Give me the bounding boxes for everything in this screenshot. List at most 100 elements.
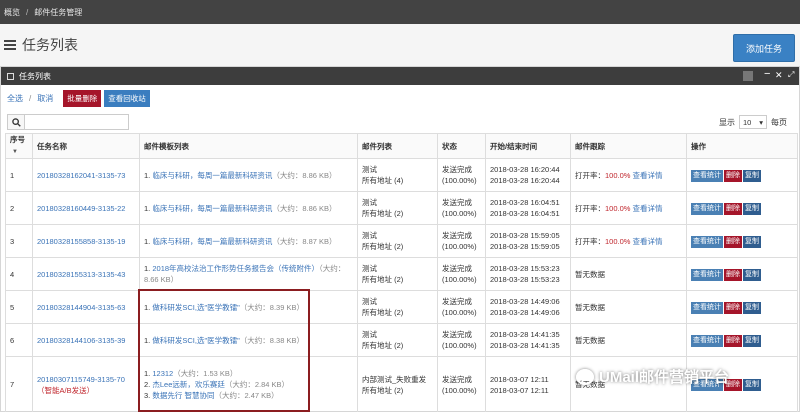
cell-actions: 查看统计 删除 复制	[686, 323, 798, 357]
col-index[interactable]: 序号▼	[5, 133, 33, 159]
close-icon[interactable]: ✕	[775, 70, 783, 80]
template-link[interactable]: 临床与科研，每周一篇最新科研资讯	[152, 237, 272, 246]
view-details-link[interactable]: 查看详情	[633, 237, 663, 246]
template-link[interactable]: 做科研发SCI,选"医学教镭"	[152, 336, 239, 345]
delete-button[interactable]: 删除	[724, 334, 742, 347]
panel-header: 任务列表 − ✕ ⤢	[1, 67, 799, 85]
view-stats-button[interactable]: 查看统计	[691, 301, 723, 314]
breadcrumb-current: 邮件任务管理	[34, 7, 83, 17]
cell-actions: 查看统计 删除 复制	[686, 191, 798, 225]
delete-button[interactable]: 删除	[724, 301, 742, 314]
cell-actions: 查看统计 删除 复制	[686, 290, 798, 324]
open-rate: 100.0%	[605, 236, 631, 246]
search-button[interactable]	[7, 114, 25, 130]
template-link[interactable]: 数据先行 智慧协同	[152, 391, 214, 400]
view-details-link[interactable]: 查看详情	[633, 171, 663, 180]
cell-task-name: 20180328160449-3135-22	[32, 191, 140, 225]
template-link[interactable]: 12312	[152, 369, 173, 378]
view-stats-button[interactable]: 查看统计	[691, 202, 723, 215]
cell-index: 2	[5, 191, 33, 225]
view-stats-button[interactable]: 查看统计	[691, 268, 723, 281]
select-all-link[interactable]: 全选	[7, 93, 23, 104]
task-name-link[interactable]: 20180328144106-3135-39	[37, 336, 125, 345]
per-page-label: 每页	[771, 117, 787, 127]
cell-index: 4	[5, 257, 33, 291]
expand-icon[interactable]: ⤢	[788, 70, 794, 80]
task-name-link[interactable]: 20180328155313-3135-43	[37, 270, 125, 279]
delete-button[interactable]: 删除	[724, 235, 742, 248]
page-size-control: 显示 10 ▾ 每页	[719, 115, 787, 129]
col-task-name[interactable]: 任务名称	[32, 133, 140, 159]
table-row: 5 20180328144904-3135-63 1. 做科研发SCI,选"医学教镭…	[5, 290, 798, 324]
page-size-select[interactable]: 10 ▾	[739, 115, 767, 129]
sort-down-icon: ▼	[12, 149, 18, 155]
copy-button[interactable]: 复制	[743, 268, 761, 281]
table-row: 3 20180328155858-3135-19 1. 临床与科研，每周一篇最新科研…	[5, 224, 798, 258]
copy-button[interactable]: 复制	[743, 202, 761, 215]
template-link[interactable]: 临床与科研，每周一篇最新科研资讯	[152, 204, 272, 213]
delete-button[interactable]: 删除	[724, 169, 742, 182]
template-link[interactable]: 杰Lee远新，欢乐赛廷	[152, 380, 225, 389]
recycle-bin-button[interactable]: 查看回收站	[104, 89, 150, 107]
table-row: 4 20180328155313-3135-43 1. 2018年高校法治工作形势任…	[5, 257, 798, 291]
view-stats-button[interactable]: 查看统计	[691, 235, 723, 248]
cell-status: 发送完成 (100.00%)	[437, 224, 486, 258]
template-link[interactable]: 2018年高校法治工作形势任务报告会（传统附件）	[152, 264, 319, 273]
page-header: 任务列表 添加任务	[0, 24, 800, 68]
cancel-selection-link[interactable]: 取消	[37, 93, 53, 104]
copy-button[interactable]: 复制	[743, 169, 761, 182]
task-name-link[interactable]: 20180328155858-3135-19	[37, 237, 125, 246]
view-stats-button[interactable]: 查看统计	[691, 169, 723, 182]
delete-button[interactable]: 删除	[724, 268, 742, 281]
search-input[interactable]	[25, 114, 129, 130]
search-icon	[11, 117, 21, 127]
list-toolbar: 全选 / 取消 批量删除 查看回收站	[1, 85, 799, 111]
breadcrumb-separator: /	[26, 7, 29, 17]
task-name-link[interactable]: 20180328162041-3135-73	[37, 171, 125, 180]
page-size-value: 10	[743, 117, 752, 127]
cell-actions: 查看统计 删除 复制	[686, 224, 798, 258]
cell-tracking: 暂无数据	[570, 323, 687, 357]
cell-mail-list: 测试 所有地址 (2)	[357, 257, 438, 291]
template-link[interactable]: 做科研发SCI,选"医学教镭"	[152, 303, 239, 312]
watermark-text: UMail邮件营销平台	[599, 369, 730, 386]
task-name-link[interactable]: 20180307115749-3135-70	[37, 375, 125, 384]
template-item: 1. 临床与科研，每周一篇最新科研资讯（大约：8.87 KB）	[144, 236, 337, 246]
cell-time: 2018-03-28 14:49:06 2018-03-28 14:49:06	[485, 290, 571, 324]
template-item: 1. 临床与科研，每周一篇最新科研资讯（大约：8.86 KB）	[144, 203, 337, 213]
template-link[interactable]: 临床与科研，每周一篇最新科研资讯	[152, 171, 272, 180]
ab-tag: （智能A/B发送）	[37, 385, 95, 395]
page-title: 任务列表	[4, 35, 78, 55]
cell-mail-list: 测试 所有地址 (2)	[357, 323, 438, 357]
task-name-link[interactable]: 20180328160449-3135-22	[37, 204, 125, 213]
cell-time: 2018-03-28 16:20:44 2018-03-28 16:20:44	[485, 158, 571, 192]
copy-button[interactable]: 复制	[743, 334, 761, 347]
breadcrumb-home[interactable]: 概览	[4, 7, 20, 18]
color-square-icon[interactable]	[743, 71, 753, 81]
view-stats-button[interactable]: 查看统计	[691, 334, 723, 347]
cell-tracking: 打开率：100.0% 查看详情	[570, 158, 687, 192]
task-name-link[interactable]: 20180328144904-3135-63	[37, 303, 125, 312]
cell-task-name: 20180328155858-3135-19	[32, 224, 140, 258]
template-item: 1. 12312（大约：1.53 KB）	[144, 369, 238, 378]
cell-index: 6	[5, 323, 33, 357]
cell-mail-list: 测试 所有地址 (4)	[357, 158, 438, 192]
col-status: 状态	[437, 133, 486, 159]
cell-time: 2018-03-28 15:59:05 2018-03-28 15:59:05	[485, 224, 571, 258]
batch-delete-button[interactable]: 批量删除	[63, 89, 102, 107]
cell-index: 1	[5, 158, 33, 192]
watermark: UMail邮件营销平台	[576, 366, 729, 387]
delete-button[interactable]: 删除	[724, 202, 742, 215]
cell-task-name: 20180328144904-3135-63	[32, 290, 140, 324]
copy-button[interactable]: 复制	[743, 301, 761, 314]
add-task-button[interactable]: 添加任务	[733, 34, 795, 62]
minimize-icon[interactable]: −	[764, 69, 770, 80]
copy-button[interactable]: 复制	[743, 379, 761, 391]
view-details-link[interactable]: 查看详情	[633, 204, 663, 213]
page-title-text: 任务列表	[22, 37, 78, 53]
copy-button[interactable]: 复制	[743, 235, 761, 248]
cell-templates: 1. 12312（大约：1.53 KB） 2. 杰Lee远新，欢乐赛廷（大约：2.…	[139, 356, 358, 412]
breadcrumb: 概览 / 邮件任务管理	[0, 0, 800, 24]
cell-task-name: 20180328144106-3135-39	[32, 323, 140, 357]
cell-time: 2018-03-28 14:41:35 2018-03-28 14:41:35	[485, 323, 571, 357]
